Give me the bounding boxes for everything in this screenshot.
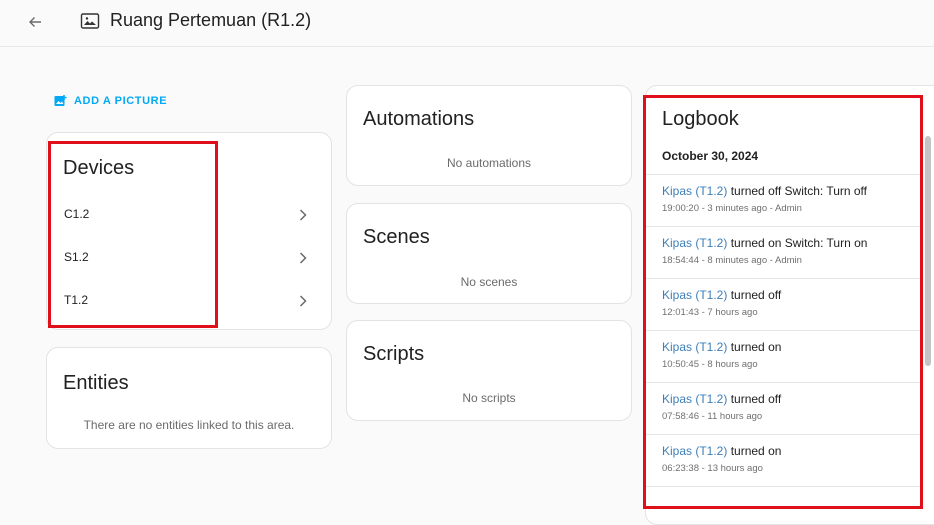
logbook-meta: 10:50:45 - 8 hours ago: [662, 359, 758, 370]
logbook-meta: 07:58:46 - 11 hours ago: [662, 411, 763, 422]
automations-title: Automations: [363, 108, 475, 130]
scripts-title: Scripts: [363, 343, 425, 365]
automations-empty-message: No automations: [446, 156, 532, 170]
logbook-action: turned on: [730, 340, 782, 354]
device-label: C1.2: [64, 207, 90, 221]
chevron-right-icon: [299, 209, 307, 221]
device-label: T1.2: [64, 293, 89, 307]
scenes-title: Scenes: [363, 226, 430, 248]
logbook-entry: Kipas (T1.2) turned off 12:01:43 - 7 hou…: [646, 278, 920, 330]
device-row-c1-2[interactable]: C1.2: [47, 195, 331, 235]
top-bar: Ruang Pertemuan (R1.2): [0, 0, 934, 47]
logbook-meta: 18:54:44 - 8 minutes ago - Admin: [662, 255, 802, 266]
back-button[interactable]: [22, 9, 48, 35]
logbook-divider: [646, 486, 920, 487]
chevron-right-icon: [299, 295, 307, 307]
logbook-entry: Kipas (T1.2) turned off Switch: Turn off…: [646, 174, 920, 226]
chevron-right-icon: [299, 252, 307, 264]
logbook-meta: 12:01:43 - 7 hours ago: [662, 307, 758, 318]
add-picture-label: ADD A PICTURE: [74, 95, 168, 107]
image-plus-icon: [54, 95, 67, 106]
logbook-date: October 30, 2024: [662, 149, 759, 163]
logbook-action: turned off: [730, 392, 782, 406]
automations-card: Automations No automations: [346, 85, 632, 186]
area-icon: [80, 13, 100, 29]
logbook-meta: 06:23:38 - 13 hours ago: [662, 463, 763, 474]
add-picture-button[interactable]: ADD A PICTURE: [54, 92, 167, 110]
devices-title: Devices: [63, 157, 135, 179]
logbook-title: Logbook: [662, 108, 739, 130]
devices-card: Devices C1.2 S1.2 T1.2: [46, 132, 332, 330]
scripts-empty-message: No scripts: [462, 391, 516, 405]
arrow-left-icon: [29, 17, 41, 27]
logbook-entity-link[interactable]: Kipas (T1.2): [662, 236, 727, 250]
logbook-entity-link[interactable]: Kipas (T1.2): [662, 392, 727, 406]
entities-empty-message: There are no entities linked to this are…: [83, 418, 295, 432]
logbook-entity-link[interactable]: Kipas (T1.2): [662, 288, 727, 302]
logbook-action: turned on Switch: Turn on: [730, 236, 868, 250]
entities-card: Entities There are no entities linked to…: [46, 347, 332, 449]
scenes-empty-message: No scenes: [460, 275, 518, 289]
logbook-action: turned on: [730, 444, 782, 458]
logbook-entity-link[interactable]: Kipas (T1.2): [662, 340, 727, 354]
logbook-action: turned off Switch: Turn off: [730, 184, 868, 198]
logbook-entity-link[interactable]: Kipas (T1.2): [662, 184, 727, 198]
logbook-entry: Kipas (T1.2) turned on 06:23:38 - 13 hou…: [646, 434, 920, 486]
logbook-action: turned off: [730, 288, 782, 302]
logbook-scrollbar[interactable]: [925, 136, 931, 366]
device-row-s1-2[interactable]: S1.2: [47, 238, 331, 278]
logbook-entry: Kipas (T1.2) turned on Switch: Turn on 1…: [646, 226, 920, 278]
logbook-entity-link[interactable]: Kipas (T1.2): [662, 444, 727, 458]
page-title: Ruang Pertemuan (R1.2): [110, 10, 312, 30]
device-label: S1.2: [64, 250, 89, 264]
logbook-meta: 19:00:20 - 3 minutes ago - Admin: [662, 203, 802, 214]
logbook-card: Logbook October 30, 2024 Kipas (T1.2) tu…: [645, 85, 934, 525]
logbook-entry: Kipas (T1.2) turned on 10:50:45 - 8 hour…: [646, 330, 920, 382]
device-row-t1-2[interactable]: T1.2: [47, 281, 331, 321]
scenes-card: Scenes No scenes: [346, 203, 632, 304]
logbook-entry: Kipas (T1.2) turned off 07:58:46 - 11 ho…: [646, 382, 920, 434]
entities-title: Entities: [63, 372, 129, 394]
scripts-card: Scripts No scripts: [346, 320, 632, 421]
